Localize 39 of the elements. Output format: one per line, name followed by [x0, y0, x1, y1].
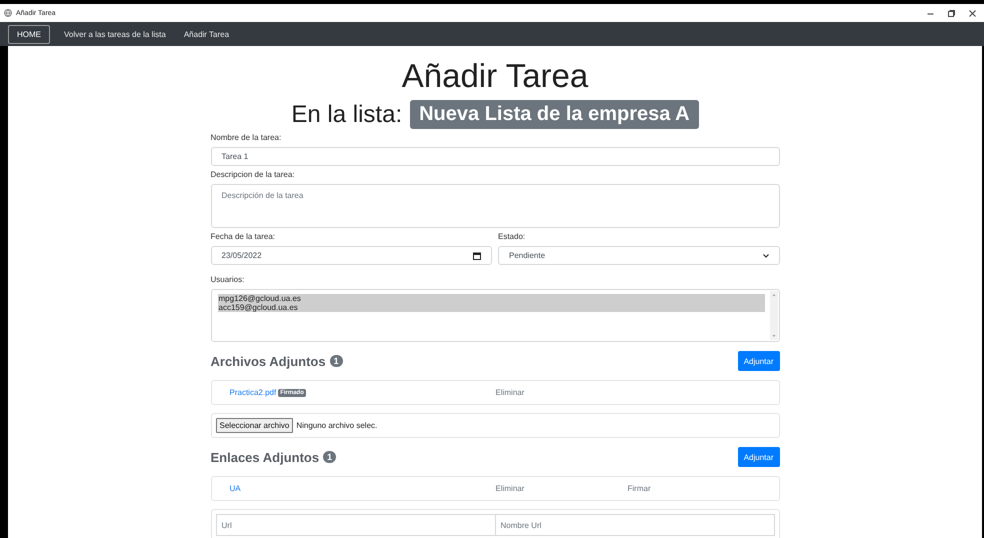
- file-status: Ninguno archivo selec.: [296, 421, 378, 430]
- name-field[interactable]: Tarea 1: [210, 147, 780, 166]
- nav-link[interactable]: HOME: [8, 24, 50, 44]
- users-listbox[interactable]: mpg126@gcloud.ua.es acc159@gcloud.ua.es: [210, 289, 780, 342]
- field-label: Nombre de la tarea:: [210, 133, 282, 142]
- attachment-link[interactable]: Practica2.pdf: [230, 388, 276, 397]
- nav-link[interactable]: Añadir Tarea: [176, 24, 236, 44]
- date-field[interactable]: 23/05/2022: [210, 246, 492, 265]
- url-field[interactable]: Url: [216, 514, 496, 536]
- field-label: Fecha de la tarea:: [210, 232, 276, 241]
- scrollbar-drawing[interactable]: [770, 291, 778, 340]
- action-link[interactable]: Eliminar: [496, 388, 628, 397]
- status-select[interactable]: Pendiente: [498, 246, 780, 265]
- field-label: Estado:: [498, 232, 526, 241]
- user-option[interactable]: mpg126@gcloud.ua.es: [218, 294, 764, 303]
- url-name-field[interactable]: Nombre Url: [496, 514, 774, 536]
- section-title: Archivos Adjuntos: [210, 354, 326, 368]
- count-badge: 1: [330, 355, 343, 367]
- field-label: Usuarios:: [210, 275, 246, 284]
- list-name-badge: Nueva Lista de la empresa A: [410, 100, 699, 129]
- section-title: Enlaces Adjuntos: [210, 450, 320, 464]
- choose-file-button[interactable]: Seleccionar archivo: [216, 418, 294, 433]
- attach-button[interactable]: Adjuntar: [738, 447, 780, 467]
- attachment-link[interactable]: UA: [230, 484, 241, 493]
- calendar-icon[interactable]: [473, 252, 481, 260]
- nav-link[interactable]: Volver a las tareas de la lista: [57, 24, 173, 44]
- restore-icon[interactable]: [948, 10, 955, 16]
- description-field[interactable]: Descripción de la tarea: [210, 184, 780, 228]
- attach-button[interactable]: Adjuntar: [738, 351, 780, 371]
- field-label: Descripcion de la tarea:: [210, 170, 296, 179]
- chevron-down-icon: [762, 254, 768, 258]
- page-title: Añadir Tarea: [400, 56, 590, 96]
- close-icon[interactable]: [969, 10, 976, 16]
- action-link[interactable]: Eliminar: [496, 484, 628, 493]
- user-option[interactable]: acc159@gcloud.ua.es: [218, 303, 764, 312]
- globe-icon: [4, 9, 12, 17]
- count-badge: 1: [323, 451, 336, 463]
- list-label: En la lista:: [291, 100, 402, 128]
- action-link[interactable]: Firmar: [628, 484, 760, 493]
